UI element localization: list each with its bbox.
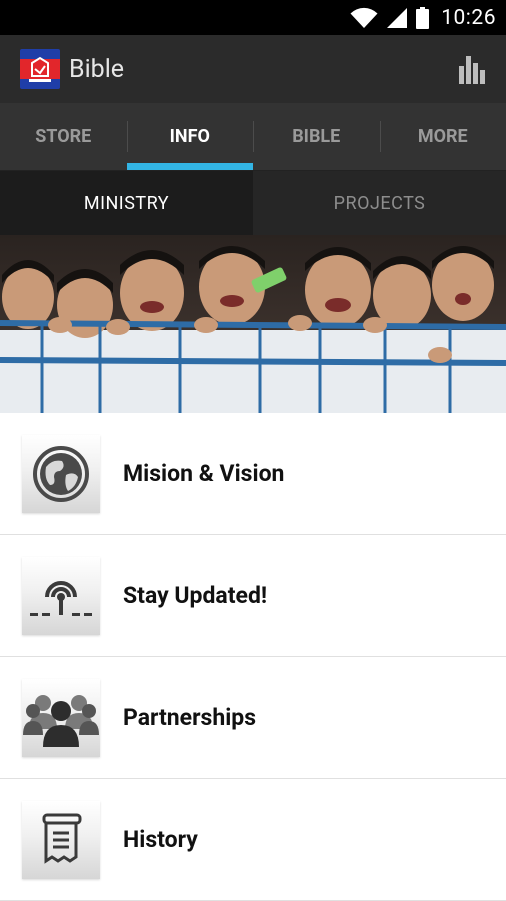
scroll-icon: [22, 801, 100, 879]
list-item-partnerships[interactable]: Partnerships: [0, 657, 506, 779]
item-label: History: [123, 826, 198, 853]
sub-tabs: MINISTRY PROJECTS: [0, 171, 506, 235]
action-bar: Bible: [0, 35, 506, 103]
item-label: Stay Updated!: [123, 582, 267, 609]
banner-children-photo: [0, 235, 506, 413]
tab-more[interactable]: MORE: [380, 103, 506, 170]
tab-store[interactable]: STORE: [0, 103, 127, 170]
main-tabs: STORE INFO BIBLE MORE: [0, 103, 506, 171]
tab-label: BIBLE: [292, 126, 340, 147]
tab-info[interactable]: INFO: [127, 103, 254, 170]
subtab-ministry[interactable]: MINISTRY: [0, 171, 253, 235]
globe-icon: [22, 435, 100, 513]
app-logo-icon[interactable]: [20, 49, 60, 89]
tab-label: MORE: [418, 126, 468, 147]
group-icon: [22, 679, 100, 757]
info-list: Mision & Vision Stay Updated!: [0, 413, 506, 901]
item-label: Mision & Vision: [123, 460, 284, 487]
subtab-label: PROJECTS: [334, 193, 426, 214]
wifi-icon: [350, 7, 378, 29]
item-label: Partnerships: [123, 704, 256, 731]
subtab-projects[interactable]: PROJECTS: [253, 171, 506, 235]
tab-bible[interactable]: BIBLE: [253, 103, 380, 170]
status-bar: 10:26: [0, 0, 506, 35]
app-title: Bible: [69, 55, 124, 84]
broadcast-icon: [22, 557, 100, 635]
bar-chart-icon[interactable]: [458, 54, 486, 84]
battery-icon: [416, 7, 429, 29]
subtab-label: MINISTRY: [84, 193, 169, 214]
status-time: 10:26: [441, 6, 496, 30]
list-item-history[interactable]: History: [0, 779, 506, 901]
cell-signal-icon: [386, 7, 408, 29]
tab-label: INFO: [170, 126, 210, 147]
tab-label: STORE: [35, 126, 91, 147]
list-item-mission-vision[interactable]: Mision & Vision: [0, 413, 506, 535]
list-item-stay-updated[interactable]: Stay Updated!: [0, 535, 506, 657]
